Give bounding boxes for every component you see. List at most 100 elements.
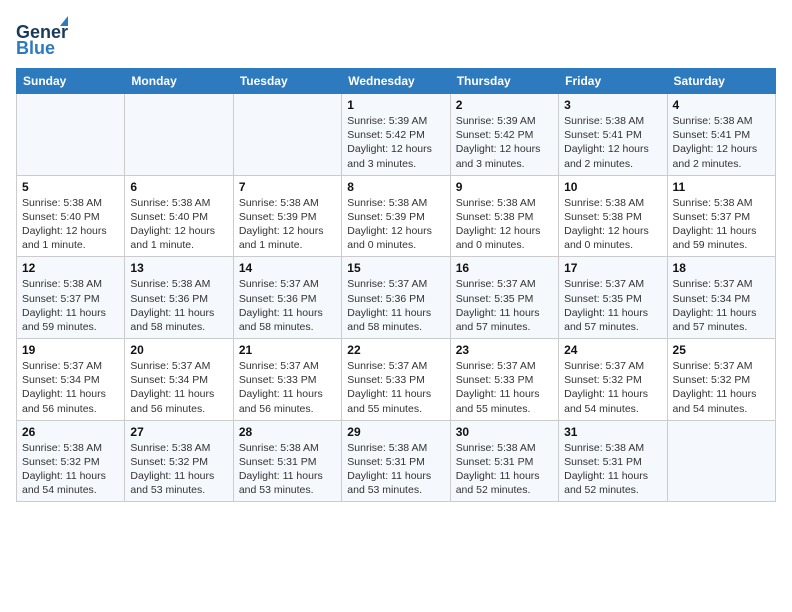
day-cell-9: 9 Sunrise: 5:38 AM Sunset: 5:38 PM Daylig… [450, 175, 558, 257]
day-info: Sunrise: 5:39 AM Sunset: 5:42 PM Dayligh… [347, 114, 444, 171]
day-number: 5 [22, 180, 119, 194]
day-number: 2 [456, 98, 553, 112]
day-number: 25 [673, 343, 770, 357]
empty-cell [667, 420, 775, 502]
day-number: 17 [564, 261, 661, 275]
day-number: 21 [239, 343, 336, 357]
day-info: Sunrise: 5:38 AM Sunset: 5:38 PM Dayligh… [564, 196, 661, 253]
day-cell-7: 7Sunrise: 5:38 AM Sunset: 5:39 PM Daylig… [233, 175, 341, 257]
day-cell-10: 10 Sunrise: 5:38 AM Sunset: 5:38 PM Dayli… [559, 175, 667, 257]
day-cell-16: 16 Sunrise: 5:37 AM Sunset: 5:35 PM Dayli… [450, 257, 558, 339]
day-info: Sunrise: 5:37 AM Sunset: 5:33 PM Dayligh… [456, 359, 553, 416]
day-info: Sunrise: 5:37 AM Sunset: 5:34 PM Dayligh… [22, 359, 119, 416]
empty-cell [125, 94, 233, 176]
day-number: 3 [564, 98, 661, 112]
day-info: Sunrise: 5:37 AM Sunset: 5:33 PM Dayligh… [239, 359, 336, 416]
day-info: Sunrise: 5:38 AM Sunset: 5:39 PM Dayligh… [347, 196, 444, 253]
day-info: Sunrise: 5:38 AM Sunset: 5:36 PM Dayligh… [130, 277, 227, 334]
day-cell-26: 26 Sunrise: 5:38 AM Sunset: 5:32 PM Dayli… [17, 420, 125, 502]
day-info: Sunrise: 5:37 AM Sunset: 5:35 PM Dayligh… [564, 277, 661, 334]
calendar-table: SundayMondayTuesdayWednesdayThursdayFrid… [16, 68, 776, 502]
day-cell-30: 30 Sunrise: 5:38 AM Sunset: 5:31 PM Dayli… [450, 420, 558, 502]
weekday-header-row: SundayMondayTuesdayWednesdayThursdayFrid… [17, 69, 776, 94]
day-info: Sunrise: 5:39 AM Sunset: 5:42 PM Dayligh… [456, 114, 553, 171]
day-number: 28 [239, 425, 336, 439]
logo-icon: General Blue [16, 16, 68, 60]
day-cell-14: 14 Sunrise: 5:37 AM Sunset: 5:36 PM Dayli… [233, 257, 341, 339]
day-info: Sunrise: 5:38 AM Sunset: 5:32 PM Dayligh… [22, 441, 119, 498]
svg-text:Blue: Blue [16, 38, 55, 58]
day-info: Sunrise: 5:37 AM Sunset: 5:33 PM Dayligh… [347, 359, 444, 416]
day-info: Sunrise: 5:38 AM Sunset: 5:31 PM Dayligh… [564, 441, 661, 498]
day-cell-21: 21 Sunrise: 5:37 AM Sunset: 5:33 PM Dayli… [233, 339, 341, 421]
day-cell-25: 25 Sunrise: 5:37 AM Sunset: 5:32 PM Dayli… [667, 339, 775, 421]
day-number: 15 [347, 261, 444, 275]
day-info: Sunrise: 5:37 AM Sunset: 5:36 PM Dayligh… [347, 277, 444, 334]
day-number: 23 [456, 343, 553, 357]
weekday-header-monday: Monday [125, 69, 233, 94]
day-info: Sunrise: 5:37 AM Sunset: 5:32 PM Dayligh… [673, 359, 770, 416]
day-cell-23: 23 Sunrise: 5:37 AM Sunset: 5:33 PM Dayli… [450, 339, 558, 421]
day-number: 8 [347, 180, 444, 194]
day-info: Sunrise: 5:38 AM Sunset: 5:40 PM Dayligh… [22, 196, 119, 253]
day-cell-27: 27 Sunrise: 5:38 AM Sunset: 5:32 PM Dayli… [125, 420, 233, 502]
logo: General Blue [16, 16, 68, 60]
day-cell-18: 18 Sunrise: 5:37 AM Sunset: 5:34 PM Dayli… [667, 257, 775, 339]
day-info: Sunrise: 5:37 AM Sunset: 5:35 PM Dayligh… [456, 277, 553, 334]
day-number: 27 [130, 425, 227, 439]
calendar-week-row: 26 Sunrise: 5:38 AM Sunset: 5:32 PM Dayli… [17, 420, 776, 502]
calendar-week-row: 12 Sunrise: 5:38 AM Sunset: 5:37 PM Dayli… [17, 257, 776, 339]
day-number: 13 [130, 261, 227, 275]
day-info: Sunrise: 5:38 AM Sunset: 5:32 PM Dayligh… [130, 441, 227, 498]
day-number: 20 [130, 343, 227, 357]
day-info: Sunrise: 5:38 AM Sunset: 5:37 PM Dayligh… [22, 277, 119, 334]
day-cell-29: 29 Sunrise: 5:38 AM Sunset: 5:31 PM Dayli… [342, 420, 450, 502]
day-cell-5: 5 Sunrise: 5:38 AM Sunset: 5:40 PM Daylig… [17, 175, 125, 257]
day-info: Sunrise: 5:38 AM Sunset: 5:37 PM Dayligh… [673, 196, 770, 253]
calendar-week-row: 19Sunrise: 5:37 AM Sunset: 5:34 PM Dayli… [17, 339, 776, 421]
day-cell-12: 12 Sunrise: 5:38 AM Sunset: 5:37 PM Dayli… [17, 257, 125, 339]
day-info: Sunrise: 5:37 AM Sunset: 5:34 PM Dayligh… [673, 277, 770, 334]
day-number: 29 [347, 425, 444, 439]
day-cell-13: 13 Sunrise: 5:38 AM Sunset: 5:36 PM Dayli… [125, 257, 233, 339]
page-header: General Blue [16, 16, 776, 60]
day-number: 18 [673, 261, 770, 275]
empty-cell [233, 94, 341, 176]
day-cell-4: 4Sunrise: 5:38 AM Sunset: 5:41 PM Daylig… [667, 94, 775, 176]
day-number: 6 [130, 180, 227, 194]
day-cell-31: 31 Sunrise: 5:38 AM Sunset: 5:31 PM Dayli… [559, 420, 667, 502]
day-number: 10 [564, 180, 661, 194]
day-cell-20: 20Sunrise: 5:37 AM Sunset: 5:34 PM Dayli… [125, 339, 233, 421]
day-info: Sunrise: 5:38 AM Sunset: 5:31 PM Dayligh… [456, 441, 553, 498]
day-info: Sunrise: 5:38 AM Sunset: 5:31 PM Dayligh… [347, 441, 444, 498]
calendar-week-row: 5 Sunrise: 5:38 AM Sunset: 5:40 PM Daylig… [17, 175, 776, 257]
day-info: Sunrise: 5:38 AM Sunset: 5:31 PM Dayligh… [239, 441, 336, 498]
day-number: 31 [564, 425, 661, 439]
day-number: 12 [22, 261, 119, 275]
day-cell-1: 1Sunrise: 5:39 AM Sunset: 5:42 PM Daylig… [342, 94, 450, 176]
empty-cell [17, 94, 125, 176]
day-info: Sunrise: 5:37 AM Sunset: 5:36 PM Dayligh… [239, 277, 336, 334]
day-cell-17: 17 Sunrise: 5:37 AM Sunset: 5:35 PM Dayli… [559, 257, 667, 339]
day-cell-15: 15 Sunrise: 5:37 AM Sunset: 5:36 PM Dayli… [342, 257, 450, 339]
day-cell-19: 19Sunrise: 5:37 AM Sunset: 5:34 PM Dayli… [17, 339, 125, 421]
day-number: 14 [239, 261, 336, 275]
day-number: 30 [456, 425, 553, 439]
day-cell-22: 22Sunrise: 5:37 AM Sunset: 5:33 PM Dayli… [342, 339, 450, 421]
day-info: Sunrise: 5:38 AM Sunset: 5:40 PM Dayligh… [130, 196, 227, 253]
day-cell-3: 3 Sunrise: 5:38 AM Sunset: 5:41 PM Daylig… [559, 94, 667, 176]
day-number: 4 [673, 98, 770, 112]
day-info: Sunrise: 5:38 AM Sunset: 5:41 PM Dayligh… [564, 114, 661, 171]
calendar-week-row: 1Sunrise: 5:39 AM Sunset: 5:42 PM Daylig… [17, 94, 776, 176]
day-info: Sunrise: 5:38 AM Sunset: 5:38 PM Dayligh… [456, 196, 553, 253]
day-number: 16 [456, 261, 553, 275]
weekday-header-tuesday: Tuesday [233, 69, 341, 94]
day-info: Sunrise: 5:37 AM Sunset: 5:32 PM Dayligh… [564, 359, 661, 416]
weekday-header-friday: Friday [559, 69, 667, 94]
day-number: 9 [456, 180, 553, 194]
day-cell-8: 8 Sunrise: 5:38 AM Sunset: 5:39 PM Daylig… [342, 175, 450, 257]
day-cell-2: 2 Sunrise: 5:39 AM Sunset: 5:42 PM Daylig… [450, 94, 558, 176]
day-number: 11 [673, 180, 770, 194]
weekday-header-saturday: Saturday [667, 69, 775, 94]
day-number: 26 [22, 425, 119, 439]
